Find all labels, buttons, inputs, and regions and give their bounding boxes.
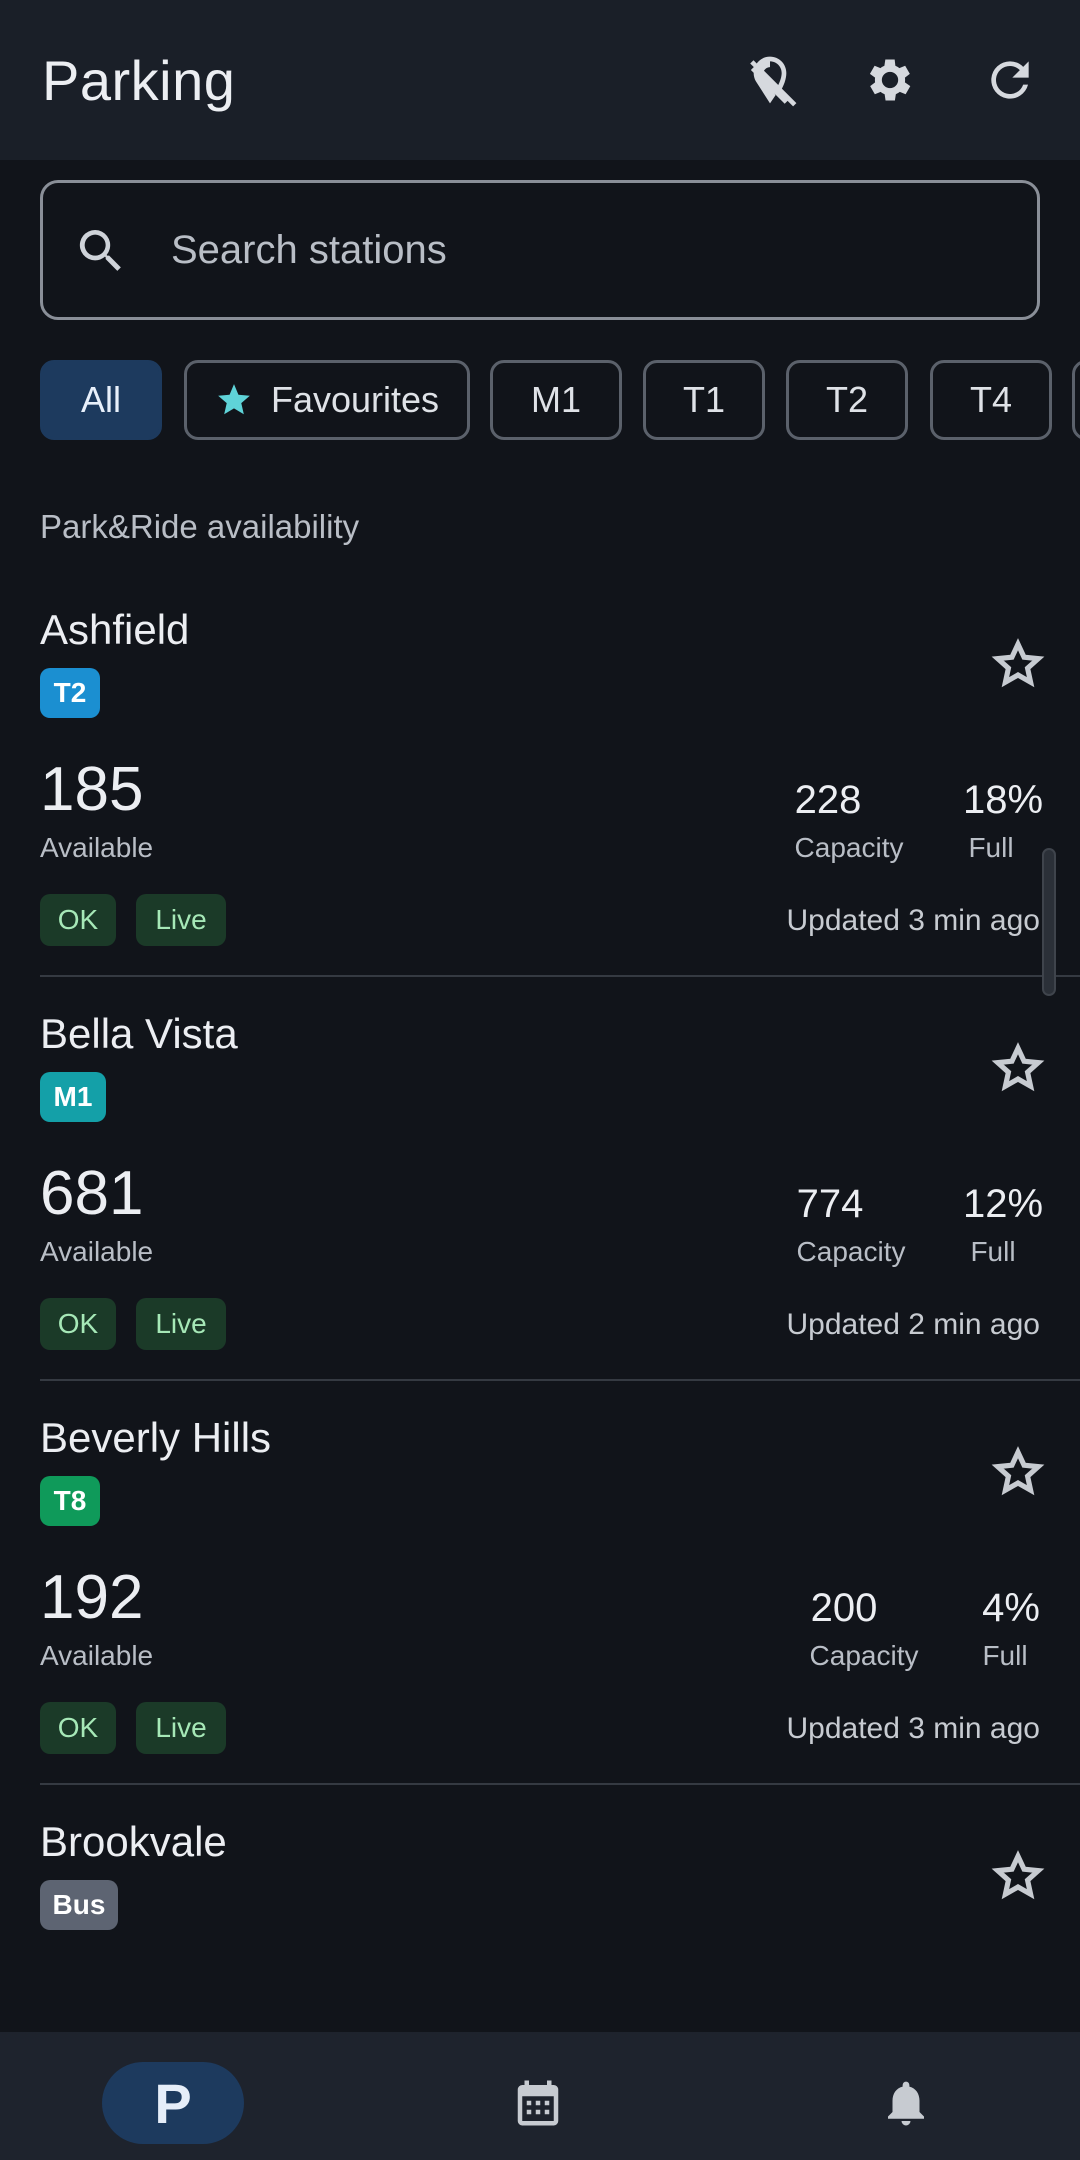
filter-chips: All Favourites M1 T1 T2 T4	[40, 360, 1080, 440]
calendar-icon[interactable]	[511, 2076, 565, 2130]
updated-time: Updated 2 min ago	[786, 1308, 1040, 1341]
available-label: Available	[40, 832, 154, 863]
page-title: Parking	[42, 49, 236, 112]
station-card[interactable]: Ashfield T2 185 Available 228 Capacity 1…	[0, 606, 1080, 976]
chip-m1[interactable]: M1	[490, 360, 622, 440]
search-bar[interactable]	[40, 180, 1040, 320]
full-label: Full	[968, 832, 1014, 863]
divider	[40, 1379, 1080, 1381]
live-badge: Live	[136, 1702, 226, 1754]
station-card[interactable]: Bella Vista M1 681 Available 774 Capacit…	[0, 1010, 1080, 1380]
divider	[40, 1783, 1080, 1785]
updated-time: Updated 3 min ago	[786, 1712, 1040, 1745]
favourite-star-icon[interactable]	[990, 1040, 1046, 1096]
station-card[interactable]: Brookvale Bus	[0, 1818, 1080, 2018]
full-percent: 4%	[982, 1586, 1040, 1630]
bottom-nav: P	[0, 2032, 1080, 2160]
capacity-label: Capacity	[809, 1640, 919, 1671]
location-off-icon[interactable]	[740, 50, 800, 110]
available-count: 185	[40, 755, 144, 824]
status-badge: OK	[40, 1702, 116, 1754]
updated-time: Updated 3 min ago	[786, 904, 1040, 937]
full-label: Full	[970, 1236, 1016, 1267]
live-badge: Live	[136, 1298, 226, 1350]
nav-parking[interactable]: P	[102, 2062, 244, 2144]
search-input[interactable]	[169, 213, 993, 287]
refresh-icon[interactable]	[980, 50, 1040, 110]
status-badge: OK	[40, 1298, 116, 1350]
line-badge: T2	[40, 668, 100, 718]
available-count: 192	[40, 1563, 144, 1632]
available-count: 681	[40, 1159, 144, 1228]
favourite-star-icon[interactable]	[990, 1444, 1046, 1500]
station-card[interactable]: Beverly Hills T8 192 Available 200 Capac…	[0, 1414, 1080, 1784]
section-title: Park&Ride availability	[40, 508, 360, 545]
available-label: Available	[40, 1236, 154, 1267]
capacity-value: 200	[810, 1586, 878, 1630]
favourite-star-icon[interactable]	[990, 636, 1046, 692]
scrollbar[interactable]	[1042, 848, 1056, 996]
line-badge: M1	[40, 1072, 106, 1122]
chip-all[interactable]: All	[40, 360, 162, 440]
station-name: Beverly Hills	[40, 1414, 272, 1461]
station-name: Ashfield	[40, 606, 190, 653]
favourite-star-icon[interactable]	[990, 1848, 1046, 1904]
status-badge: OK	[40, 894, 116, 946]
full-percent: 18%	[962, 778, 1044, 822]
line-badge: Bus	[40, 1880, 118, 1930]
capacity-label: Capacity	[794, 832, 904, 863]
live-badge: Live	[136, 894, 226, 946]
station-name: Bella Vista	[40, 1010, 238, 1057]
divider	[40, 975, 1080, 977]
app-bar: Parking	[0, 0, 1080, 160]
parking-icon: P	[154, 2071, 192, 2135]
capacity-label: Capacity	[796, 1236, 906, 1267]
available-label: Available	[40, 1640, 154, 1671]
station-name: Brookvale	[40, 1818, 227, 1865]
capacity-value: 774	[796, 1182, 864, 1226]
chip-favourites[interactable]: Favourites	[184, 360, 470, 440]
chip-t4[interactable]: T4	[930, 360, 1052, 440]
gear-icon[interactable]	[860, 50, 920, 110]
full-label: Full	[982, 1640, 1028, 1671]
search-icon	[73, 223, 129, 279]
chip-t1[interactable]: T1	[643, 360, 765, 440]
chip-t2[interactable]: T2	[786, 360, 908, 440]
capacity-value: 228	[794, 778, 862, 822]
bell-icon[interactable]	[879, 2076, 933, 2130]
full-percent: 12%	[962, 1182, 1044, 1226]
star-icon	[215, 381, 253, 419]
line-badge: T8	[40, 1476, 100, 1526]
chip-more[interactable]	[1072, 360, 1080, 440]
